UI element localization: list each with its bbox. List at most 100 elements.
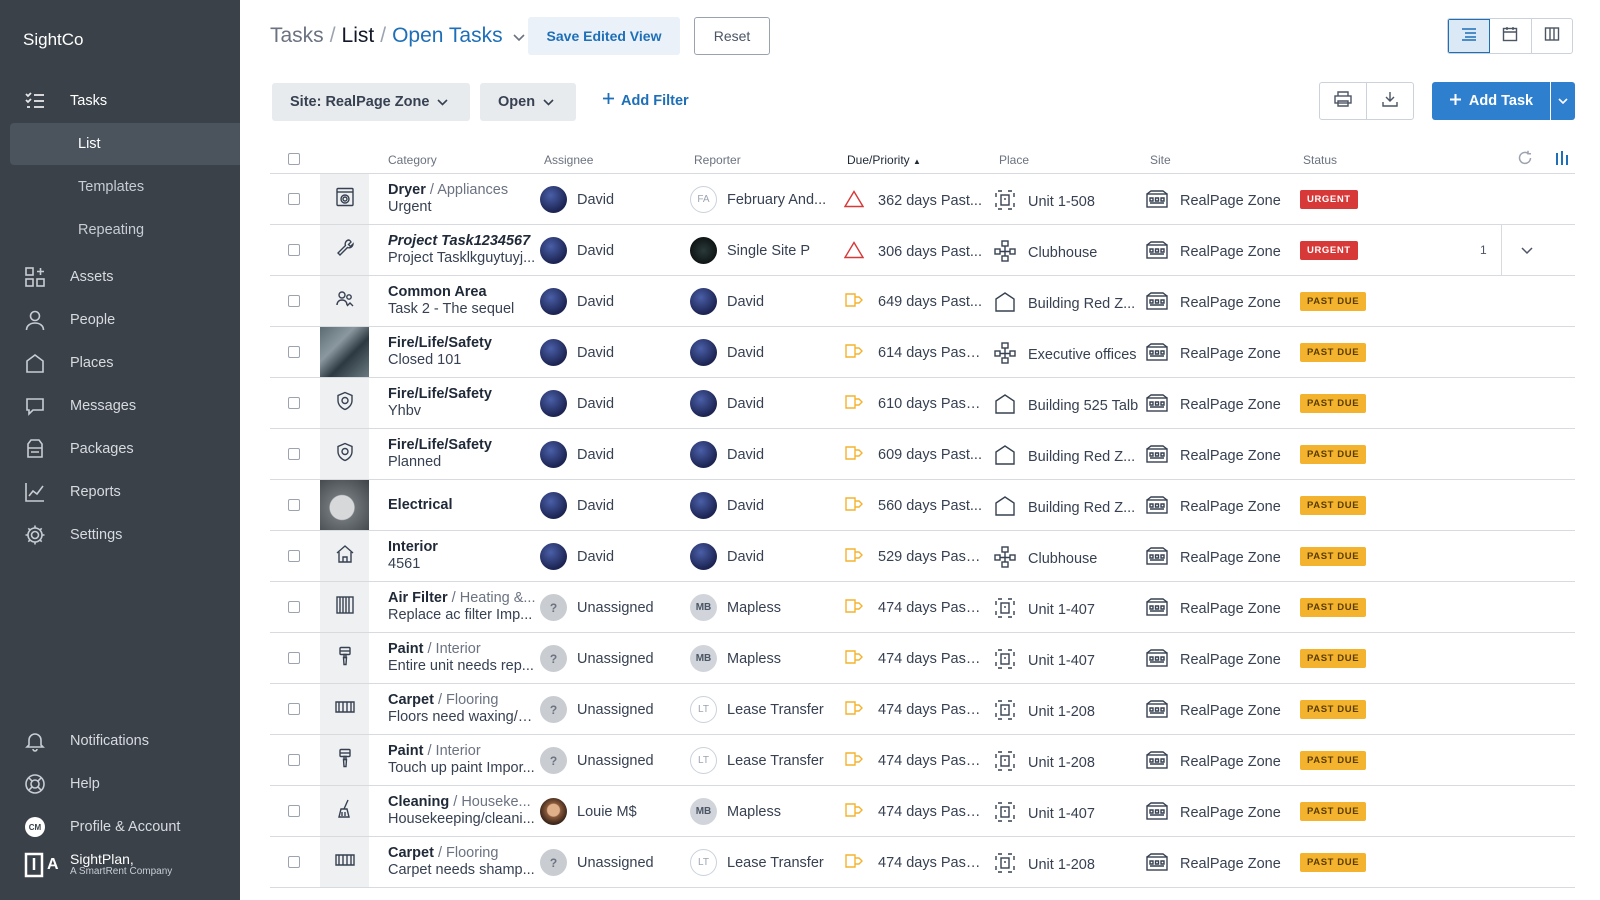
- column-header-status[interactable]: Status: [1303, 153, 1337, 167]
- row-checkbox[interactable]: [288, 754, 300, 766]
- breadcrumb: Tasks / List / Open Tasks: [270, 24, 525, 48]
- sidebar-item-messages[interactable]: Messages: [0, 385, 240, 427]
- reset-button[interactable]: Reset: [694, 17, 770, 55]
- site-filter[interactable]: Site: RealPage Zone: [272, 83, 470, 121]
- task-description: Task 2 - The sequel: [388, 301, 515, 317]
- row-checkbox[interactable]: [288, 499, 300, 511]
- sidebar-subitem-list[interactable]: List: [10, 123, 240, 165]
- sidebar-item-reports[interactable]: Reports: [0, 471, 240, 513]
- print-button[interactable]: [1319, 82, 1367, 120]
- column-header-place[interactable]: Place: [999, 153, 1029, 167]
- category-name: Common Area: [388, 284, 487, 300]
- row-checkbox[interactable]: [288, 244, 300, 256]
- add-filter-button[interactable]: Add Filter: [602, 92, 689, 109]
- sidebar-item-places[interactable]: Places: [0, 342, 240, 384]
- sidebar-item-label: Settings: [70, 527, 123, 543]
- row-checkbox[interactable]: [288, 601, 300, 613]
- column-header-site[interactable]: Site: [1150, 153, 1171, 167]
- sidebar-item-assets[interactable]: Assets: [0, 256, 240, 298]
- assignee-name: David: [577, 191, 615, 208]
- breadcrumb-tasks[interactable]: Tasks: [270, 24, 324, 48]
- sidebar-subitem-repeating[interactable]: Repeating: [10, 209, 240, 251]
- due-cell: 609 days Past...: [844, 445, 989, 465]
- category-parent-name: Appliances: [437, 182, 509, 198]
- row-checkbox[interactable]: [288, 397, 300, 409]
- board-view-button[interactable]: [1532, 19, 1572, 53]
- table-row[interactable]: Fire/Life/Safety Closed 101 David David …: [270, 327, 1575, 378]
- category-parent-name: Flooring: [446, 692, 499, 708]
- table-row[interactable]: Paint / Interior Touch up paint Impor...…: [270, 735, 1575, 786]
- assignee-cell: Louie M$: [540, 798, 685, 825]
- reporter-avatar: [690, 492, 717, 519]
- sidebar-item-profile[interactable]: CM Profile & Account: [0, 806, 240, 848]
- sidebar-subitem-templates[interactable]: Templates: [10, 166, 240, 208]
- row-checkbox[interactable]: [288, 295, 300, 307]
- row-checkbox[interactable]: [288, 856, 300, 868]
- column-header-due-label: Due/Priority: [847, 153, 910, 167]
- row-checkbox[interactable]: [288, 448, 300, 460]
- sidebar-item-settings[interactable]: Settings: [0, 514, 240, 556]
- status-badge: PAST DUE: [1300, 802, 1367, 821]
- breadcrumb-list[interactable]: List: [342, 24, 375, 48]
- task-description: Planned: [388, 454, 442, 470]
- sidebar-item-packages[interactable]: Packages: [0, 428, 240, 470]
- people-icon: [335, 289, 355, 313]
- bell-icon: [24, 730, 46, 752]
- expand-row-chevron-icon[interactable]: [1521, 243, 1533, 259]
- save-view-button[interactable]: Save Edited View: [528, 17, 680, 55]
- table-row[interactable]: Cleaning / Houseke... Housekeeping/clean…: [270, 786, 1575, 837]
- site-cell: RealPage Zone: [1146, 649, 1281, 671]
- view-selector[interactable]: Open Tasks: [392, 24, 503, 48]
- status-badge: PAST DUE: [1300, 445, 1367, 464]
- row-checkbox[interactable]: [288, 346, 300, 358]
- avatar-icon: CM: [24, 816, 46, 838]
- place-name: Building 525 Talb: [1028, 398, 1139, 414]
- select-all-checkbox[interactable]: [288, 153, 300, 165]
- site-building-icon: [1146, 853, 1168, 875]
- assignee-name: Louie M$: [577, 803, 637, 820]
- column-header-reporter[interactable]: Reporter: [694, 153, 741, 167]
- sidebar-item-help[interactable]: Help: [0, 763, 240, 805]
- sidebar-item-tasks[interactable]: Tasks: [0, 80, 240, 122]
- row-checkbox[interactable]: [288, 550, 300, 562]
- add-task-button[interactable]: Add Task: [1432, 82, 1550, 120]
- row-checkbox[interactable]: [288, 805, 300, 817]
- column-header-due[interactable]: Due/Priority ▲: [847, 153, 921, 167]
- row-checkbox[interactable]: [288, 193, 300, 205]
- column-header-category[interactable]: Category: [388, 153, 437, 167]
- column-header-assignee[interactable]: Assignee: [544, 153, 593, 167]
- download-button[interactable]: [1366, 82, 1414, 120]
- table-row[interactable]: Carpet / Flooring Carpet needs shamp... …: [270, 837, 1575, 888]
- table-row[interactable]: Electrical David David 560 days Past... …: [270, 480, 1575, 531]
- table-row[interactable]: Paint / Interior Entire unit needs rep..…: [270, 633, 1575, 684]
- row-checkbox[interactable]: [288, 703, 300, 715]
- sidebar-item-notifications[interactable]: Notifications: [0, 720, 240, 762]
- chevron-down-icon[interactable]: [513, 24, 525, 48]
- table-row[interactable]: Fire/Life/Safety Yhbv David David 610 da…: [270, 378, 1575, 429]
- calendar-view-button[interactable]: [1490, 19, 1532, 53]
- column-settings-icon[interactable]: [1555, 150, 1569, 169]
- add-task-menu-button[interactable]: [1551, 82, 1575, 120]
- table-row[interactable]: Project Task1234567 Project Tasklkguytuy…: [270, 225, 1575, 276]
- site-name: RealPage Zone: [1180, 550, 1281, 566]
- table-row[interactable]: Air Filter / Heating &... Replace ac fil…: [270, 582, 1575, 633]
- table-row[interactable]: Common Area Task 2 - The sequel David Da…: [270, 276, 1575, 327]
- category-name: Carpet: [388, 692, 434, 708]
- assignee-name: David: [577, 497, 615, 514]
- task-category: Cleaning / Houseke...: [388, 794, 536, 811]
- category-name: Fire/Life/Safety: [388, 335, 492, 351]
- unassigned-avatar-icon: ?: [540, 696, 567, 723]
- table-row[interactable]: Interior 4561 David David 529 days Past …: [270, 531, 1575, 582]
- status-filter[interactable]: Open: [480, 83, 576, 121]
- assignee-avatar: [540, 237, 567, 264]
- refresh-icon[interactable]: [1517, 150, 1533, 169]
- overdue-flag-icon: [844, 649, 864, 669]
- sidebar-item-people[interactable]: People: [0, 299, 240, 341]
- chat-bubble-icon: [24, 395, 46, 417]
- chevron-down-icon: [1558, 92, 1568, 110]
- list-view-button[interactable]: [1448, 19, 1491, 53]
- table-row[interactable]: Fire/Life/Safety Planned David David 609…: [270, 429, 1575, 480]
- table-row[interactable]: Dryer / Appliances Urgent David FA Februa…: [270, 174, 1575, 225]
- row-checkbox[interactable]: [288, 652, 300, 664]
- table-row[interactable]: Carpet / Flooring Floors need waxing/p..…: [270, 684, 1575, 735]
